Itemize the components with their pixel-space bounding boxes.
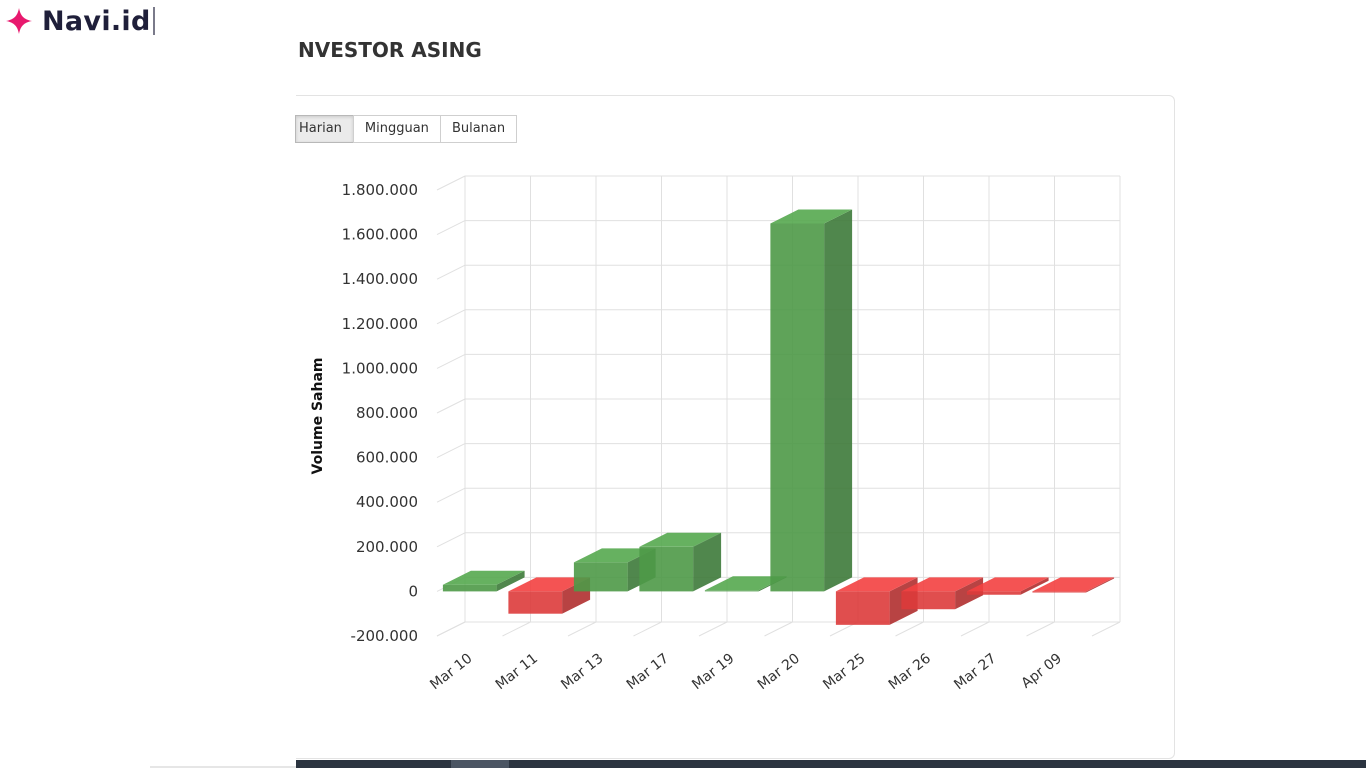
bar-front — [573, 562, 628, 592]
section-title: NVESTOR ASING — [298, 38, 482, 62]
x-tick-label: Mar 17 — [624, 651, 672, 694]
grid-line-diagonal — [436, 309, 466, 325]
grid-line-diagonal — [436, 353, 466, 369]
bar — [442, 570, 525, 592]
grid-line-floor — [1026, 621, 1055, 637]
tab-harian[interactable]: Harian — [295, 115, 354, 143]
grid-line-floor — [502, 621, 531, 637]
y-tick-label: 1.400.000 — [342, 270, 418, 288]
bar-side — [824, 209, 853, 592]
volume-chart: -200.000 0 200.000 400.000 600.000 800.000 1.0… — [310, 175, 1121, 693]
bar-front — [442, 584, 497, 592]
x-tick-label: Mar 27 — [951, 651, 999, 694]
y-tick-label: 1.000.000 — [342, 359, 418, 377]
bar-front — [770, 223, 825, 592]
bar-front — [901, 591, 956, 610]
bar-front — [508, 591, 563, 614]
y-tick-label: 800.000 — [356, 404, 418, 422]
y-axis-title: Volume Saham — [310, 358, 326, 475]
y-tick-label: 1.600.000 — [342, 226, 418, 244]
brand-logo[interactable]: Navi.id — [2, 4, 155, 38]
grid-line-diagonal — [436, 398, 466, 414]
x-tick-label: Mar 20 — [755, 651, 803, 694]
grid-line-diagonal — [436, 487, 466, 503]
grid-line-floor — [895, 621, 924, 637]
grid-line-floor — [436, 621, 466, 637]
grid-line-floor — [960, 621, 990, 637]
bar-front — [1032, 591, 1087, 593]
bar — [639, 532, 722, 592]
y-tick-label: 600.000 — [356, 449, 418, 467]
grid-line-diagonal — [436, 264, 466, 280]
x-tick-label: Mar 26 — [886, 650, 934, 693]
tab-mingguan[interactable]: Mingguan — [352, 115, 441, 143]
text-cursor — [152, 7, 155, 35]
y-axis: -200.000 0 200.000 400.000 600.000 800.000 1.0… — [342, 181, 418, 645]
bars — [442, 209, 1115, 625]
y-tick-label: 1.200.000 — [342, 315, 418, 333]
y-tick-label: 1.800.000 — [342, 181, 418, 199]
y-tick-label: -200.000 — [351, 627, 418, 645]
x-tick-label: Apr 09 — [1019, 651, 1065, 692]
bar-front — [966, 591, 1021, 595]
grid-line-floor — [567, 621, 597, 637]
bar — [770, 209, 853, 592]
grid-line-diagonal — [436, 175, 466, 191]
sparkle-icon — [6, 8, 32, 34]
grid-line-floor — [1091, 621, 1121, 637]
grid-line-diagonal — [436, 532, 466, 548]
tab-bulanan[interactable]: Bulanan — [439, 115, 518, 143]
grid-line-floor — [764, 621, 793, 637]
taskbar-segment — [451, 760, 509, 768]
bar-front — [835, 591, 890, 625]
x-tick-label: Mar 10 — [427, 651, 475, 694]
x-tick-label: Mar 25 — [820, 651, 868, 694]
bar-front — [639, 546, 694, 592]
bar-front — [704, 590, 759, 592]
grid-line-floor — [633, 621, 662, 637]
grid-line-diagonal — [436, 220, 466, 236]
x-tick-label: Mar 11 — [493, 651, 541, 694]
y-tick-label: 0 — [408, 582, 418, 600]
grid-line-diagonal — [436, 443, 466, 459]
y-tick-label: 200.000 — [356, 538, 418, 556]
x-tick-label: Mar 13 — [558, 651, 606, 694]
x-tick-label: Mar 19 — [689, 651, 737, 694]
y-tick-label: 400.000 — [356, 493, 418, 511]
brand-name: Navi.id — [42, 5, 151, 37]
grid-line-floor — [698, 621, 728, 637]
x-axis: Mar 10 Mar 11 Mar 13 Mar 17 Mar 19 Mar 20 Mar … — [427, 650, 1065, 693]
taskbar-strip — [296, 760, 1366, 768]
period-tabs: Harian Mingguan Bulanan — [295, 115, 518, 143]
